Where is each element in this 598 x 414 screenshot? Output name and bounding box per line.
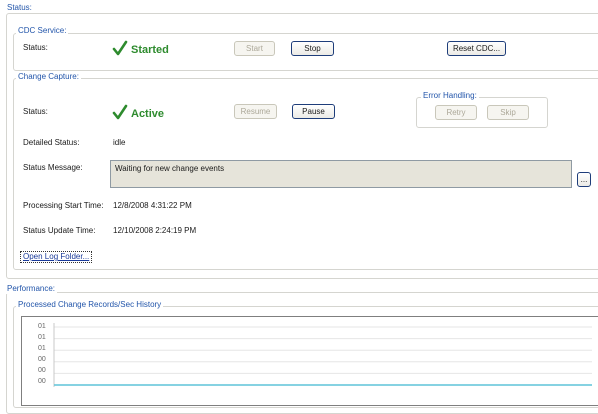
processing-start-value: 12/8/2008 4:31:22 PM — [113, 201, 192, 210]
check-icon — [112, 104, 128, 120]
cdc-service-group-title: CDC Service: — [16, 26, 69, 36]
skip-button[interactable]: Skip — [487, 105, 529, 120]
check-icon — [112, 40, 128, 56]
processing-start-label: Processing Start Time: — [23, 201, 104, 210]
status-update-label: Status Update Time: — [23, 226, 96, 235]
chart-title: Processed Change Records/Sec History — [16, 300, 164, 310]
y-tick-label: 00 — [38, 378, 46, 385]
error-handling-group-title: Error Handling: — [421, 91, 479, 101]
y-tick-label: 01 — [38, 334, 46, 341]
status-update-value: 12/10/2008 2:24:19 PM — [113, 226, 197, 235]
capture-status-label: Status: — [23, 107, 48, 116]
status-message-field[interactable]: Waiting for new change events — [110, 160, 572, 188]
y-tick-label: 01 — [38, 345, 46, 352]
status-message-label: Status Message: — [23, 163, 83, 172]
stop-button[interactable]: Stop — [291, 41, 334, 56]
performance-group-title: Performance: — [5, 284, 58, 294]
chart-plot — [53, 323, 592, 387]
resume-button[interactable]: Resume — [234, 104, 277, 119]
y-tick-label: 00 — [38, 367, 46, 374]
pause-button[interactable]: Pause — [292, 104, 335, 119]
detailed-status-value: idle — [113, 138, 126, 147]
retry-button[interactable]: Retry — [435, 105, 477, 120]
reset-cdc-button[interactable]: Reset CDC... — [447, 41, 506, 56]
open-log-folder-link[interactable]: Open Log Folder... — [20, 251, 93, 263]
status-message-ellipsis-button[interactable]: ... — [577, 172, 591, 187]
y-tick-label: 01 — [38, 323, 46, 330]
history-chart: 01 01 01 00 00 00 — [21, 316, 598, 406]
detailed-status-label: Detailed Status: — [23, 138, 80, 147]
cdc-status-label: Status: — [23, 43, 48, 52]
cdc-status-value: Started — [131, 44, 169, 56]
status-group-title: Status: — [5, 3, 34, 13]
capture-status-value: Active — [131, 108, 165, 120]
change-capture-group-title: Change Capture: — [16, 72, 81, 82]
y-tick-label: 00 — [38, 356, 46, 363]
start-button[interactable]: Start — [234, 41, 275, 56]
